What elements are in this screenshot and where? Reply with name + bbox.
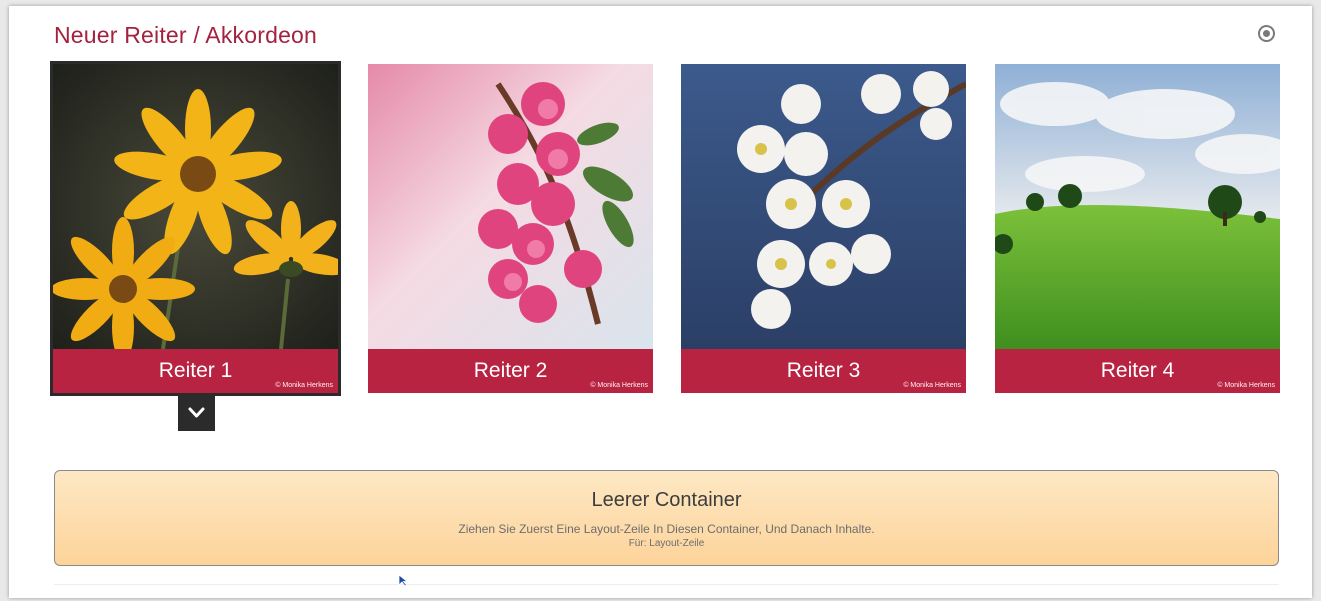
expand-tab-button[interactable] [178,395,215,431]
tab-image-white-cherry-blossoms [681,64,966,349]
mouse-cursor-icon [398,574,409,587]
photo-credit: © Monika Herkens [275,382,333,389]
page-title: Neuer Reiter / Akkordeon [54,22,318,48]
tab-image-pink-blossoms [368,64,653,349]
container-title: Leerer Container [591,489,742,511]
photo-credit: © Monika Herkens [1217,382,1275,389]
tab-reiter-4[interactable]: Reiter 4 © Monika Herkens [995,64,1280,393]
tab-reiter-1[interactable]: Reiter 1 © Monika Herkens [50,61,341,396]
chevron-down-icon [188,407,205,418]
page: Neuer Reiter / Akkordeon Reiter 1 © Moni… [9,6,1312,598]
settings-icon[interactable] [1258,25,1275,42]
divider [54,584,1279,585]
container-for-label: Für: Layout-Zeile [628,538,705,549]
tab-image-green-meadow [995,64,1280,349]
tab-reiter-3[interactable]: Reiter 3 © Monika Herkens [681,64,966,393]
container-description: Ziehen Sie Zuerst Eine Layout-Zeile In D… [458,522,875,536]
empty-container-dropzone[interactable]: Leerer Container Ziehen Sie Zuerst Eine … [54,470,1279,566]
photo-credit: © Monika Herkens [903,382,961,389]
photo-credit: © Monika Herkens [590,382,648,389]
tab-reiter-2[interactable]: Reiter 2 © Monika Herkens [368,64,653,393]
tab-image-yellow-flowers [53,64,338,349]
